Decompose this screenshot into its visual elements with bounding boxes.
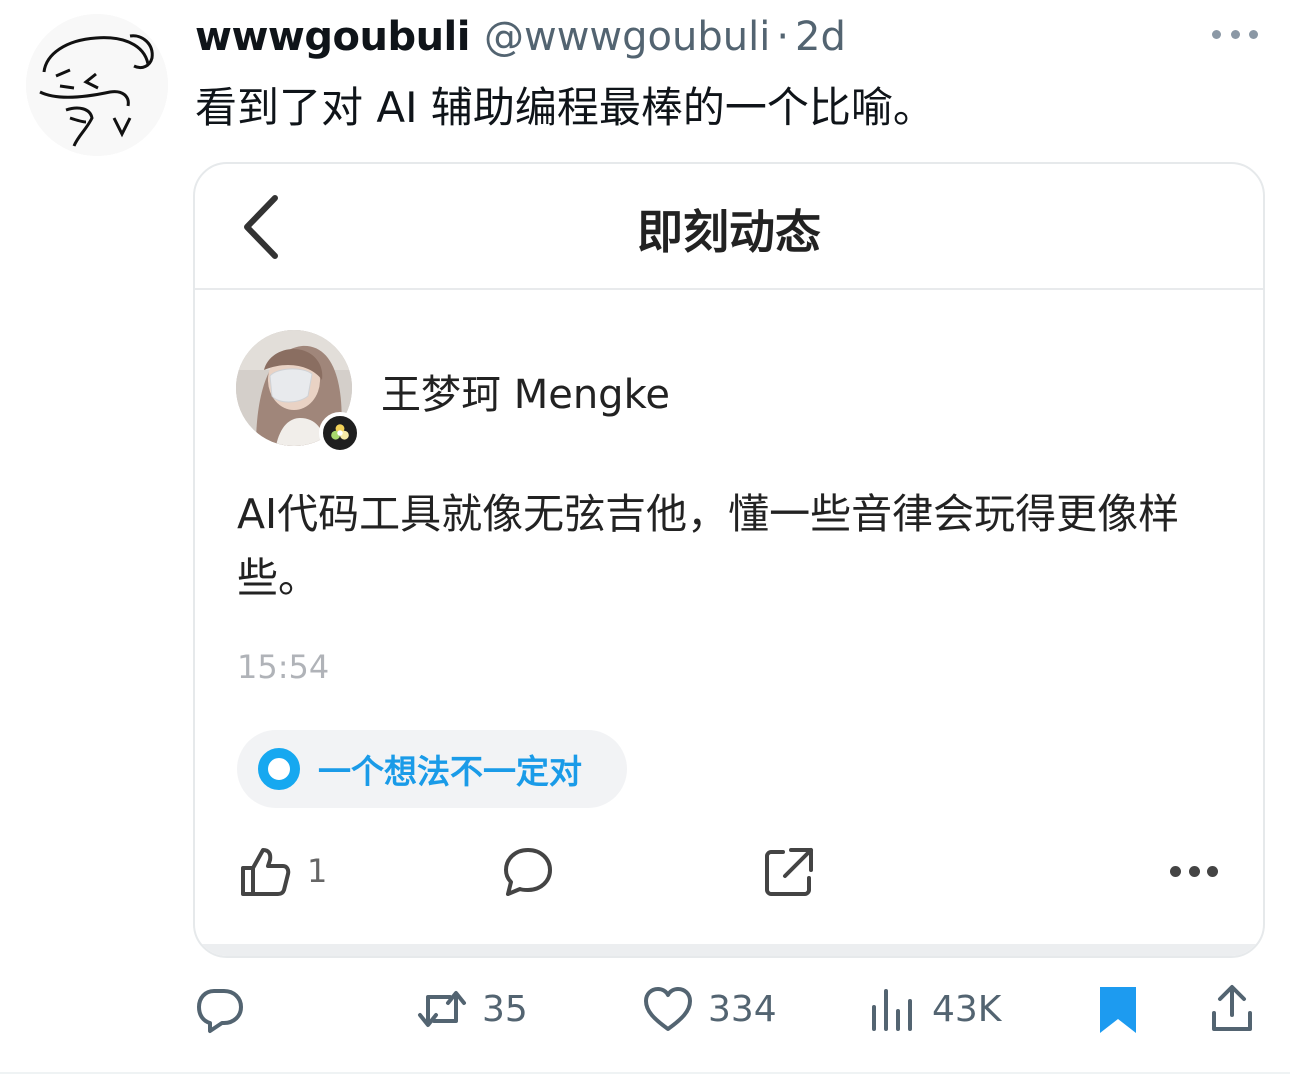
tweet-action-bar: 35 334 43K xyxy=(0,980,1290,1040)
external-share-icon xyxy=(765,848,813,896)
user-badge-icon xyxy=(319,412,361,454)
embedded-image-card[interactable]: 即刻动态 王梦珂 Mengke AI代码工具就像无弦吉他，懂一些音律会玩得更像样… xyxy=(193,162,1265,958)
bookmark-icon xyxy=(1100,987,1136,1033)
card-top-bar: 即刻动态 xyxy=(195,164,1263,290)
reply-button[interactable] xyxy=(194,980,260,1038)
topic-tag: 一个想法不一定对 xyxy=(237,730,627,808)
post-text: AI代码工具就像无弦吉他，懂一些音律会玩得更像样些。 xyxy=(237,490,1180,602)
like-button[interactable]: 334 xyxy=(642,980,777,1038)
post-user-name: 王梦珂 Mengke xyxy=(381,372,670,418)
tweet-header: wwwgoubuli @wwwgoubuli · 2d xyxy=(195,12,846,62)
separator-dot: · xyxy=(776,14,790,60)
comment-bubble-icon xyxy=(504,848,552,896)
retweet-icon xyxy=(418,991,466,1027)
topic-circle-icon xyxy=(258,748,300,790)
card-like-count: 1 xyxy=(307,852,328,890)
reply-icon xyxy=(197,989,243,1033)
retweet-count: 35 xyxy=(482,988,528,1030)
thumbs-up-icon xyxy=(241,848,291,896)
share-button[interactable] xyxy=(1206,980,1258,1038)
tweet-timestamp[interactable]: 2d xyxy=(795,14,846,60)
retweet-button[interactable]: 35 xyxy=(416,980,528,1038)
author-handle[interactable]: @wwwgoubuli xyxy=(484,14,770,60)
author-display-name[interactable]: wwwgoubuli xyxy=(195,14,470,60)
author-avatar[interactable] xyxy=(26,14,168,156)
doodle-face-image xyxy=(26,14,168,156)
like-count: 334 xyxy=(708,988,777,1030)
card-more-icon xyxy=(1170,866,1218,878)
more-icon[interactable] xyxy=(1212,24,1258,44)
heart-icon xyxy=(644,987,692,1031)
share-icon xyxy=(1212,985,1252,1031)
tweet-text: 看到了对 AI 辅助编程最棒的一个比喻。 xyxy=(195,83,935,132)
views-count: 43K xyxy=(932,988,1002,1030)
views-icon xyxy=(872,989,912,1031)
topic-label: 一个想法不一定对 xyxy=(318,752,582,791)
card-action-bar: 1 xyxy=(195,844,1263,904)
bookmark-button[interactable] xyxy=(1092,980,1144,1038)
bottom-divider xyxy=(0,1072,1290,1074)
card-bottom-strip xyxy=(195,944,1263,956)
post-time: 15:54 xyxy=(237,648,330,686)
views-button[interactable]: 43K xyxy=(866,980,1001,1038)
card-page-title: 即刻动态 xyxy=(637,205,821,259)
